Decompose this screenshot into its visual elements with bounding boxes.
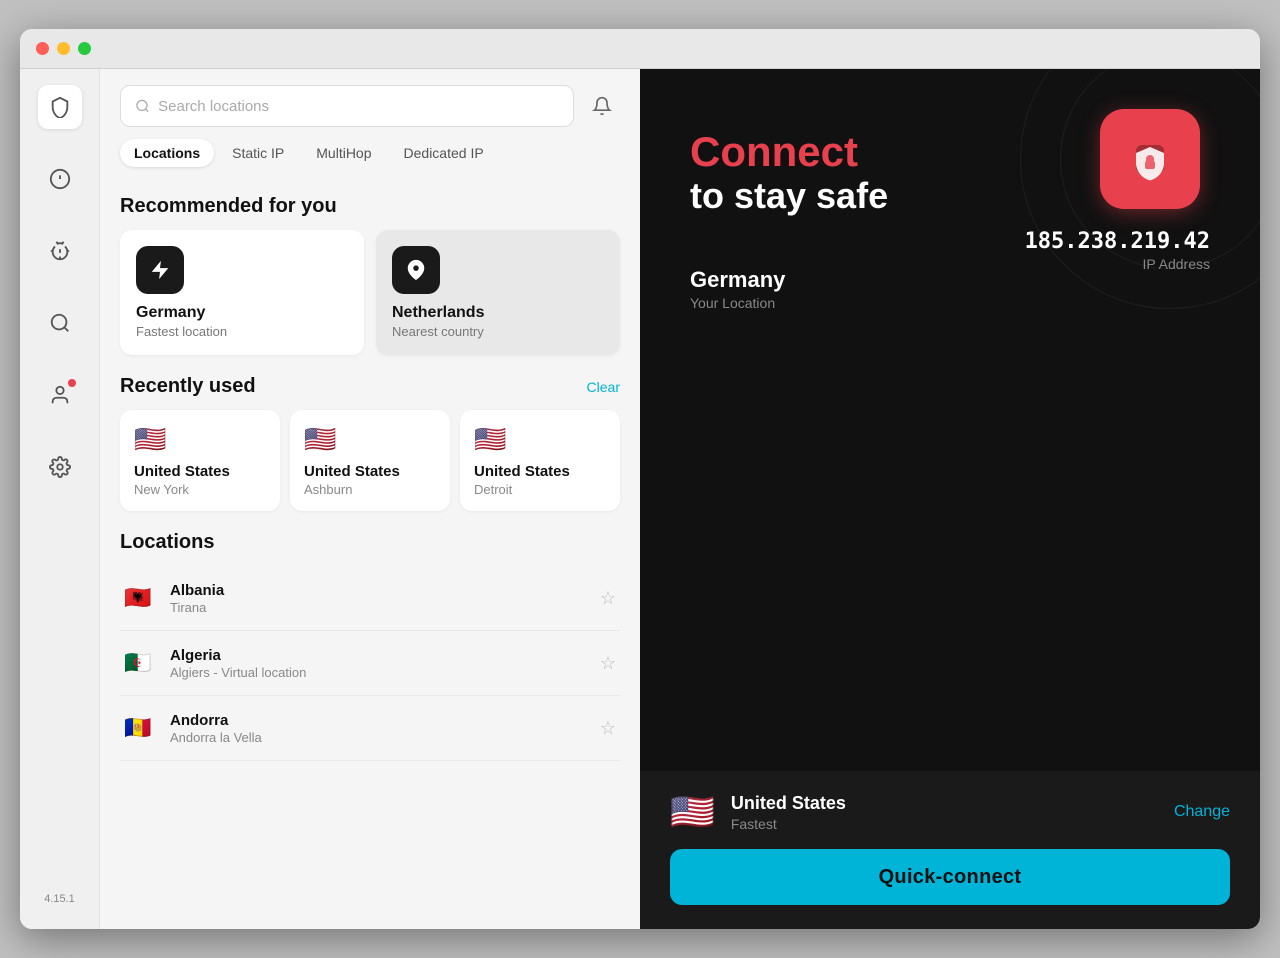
- recent-city-ny: New York: [134, 482, 266, 497]
- right-panel: Connect to stay safe Germany Your Locati…: [640, 69, 1260, 929]
- search-input[interactable]: [158, 98, 559, 115]
- sidebar-item-vpn[interactable]: [38, 85, 82, 129]
- connect-section: Connect to stay safe Germany Your Locati…: [640, 69, 1260, 771]
- current-flag: 🇺🇸: [670, 791, 715, 833]
- tab-dedicated-ip[interactable]: Dedicated IP: [390, 139, 498, 167]
- notification-bell-icon[interactable]: [584, 88, 620, 124]
- sidebar-item-alert[interactable]: [38, 157, 82, 201]
- lightning-icon: [136, 246, 184, 294]
- flag-albania: 🇦🇱: [120, 580, 156, 616]
- recent-card-detroit[interactable]: 🇺🇸 United States Detroit: [460, 410, 620, 511]
- rec-country-netherlands: Netherlands: [392, 304, 604, 322]
- location-name-albania: Albania: [170, 582, 582, 599]
- sidebar-item-settings[interactable]: [38, 445, 82, 489]
- sidebar-item-search[interactable]: [38, 301, 82, 345]
- tab-static-ip[interactable]: Static IP: [218, 139, 298, 167]
- version-label: 4.15.1: [44, 893, 75, 905]
- location-city-albania: Tirana: [170, 600, 582, 615]
- sidebar-item-identity[interactable]: [38, 373, 82, 417]
- recent-card-ashburn[interactable]: 🇺🇸 United States Ashburn: [290, 410, 450, 511]
- flag-us-detroit: 🇺🇸: [474, 424, 606, 455]
- sidebar: 4.15.1: [20, 69, 100, 929]
- current-location-row: 🇺🇸 United States Fastest Change: [670, 791, 1230, 833]
- bottom-bar: 🇺🇸 United States Fastest Change Quick-co…: [640, 771, 1260, 929]
- scroll-area: Recommended for you Germany Fastest loca…: [100, 179, 640, 929]
- recently-used-title: Recently used: [120, 375, 256, 398]
- flag-us-ashburn: 🇺🇸: [304, 424, 436, 455]
- list-item[interactable]: 🇩🇿 Algeria Algiers - Virtual location ☆: [120, 631, 620, 696]
- change-location-button[interactable]: Change: [1174, 803, 1230, 821]
- recent-country-ashburn: United States: [304, 463, 436, 480]
- your-location-info: Germany Your Location: [690, 267, 1210, 311]
- your-location-country: Germany: [690, 267, 1210, 293]
- recent-country-detroit: United States: [474, 463, 606, 480]
- search-area: [100, 69, 640, 139]
- location-name-andorra: Andorra: [170, 712, 582, 729]
- recommended-card-germany[interactable]: Germany Fastest location: [120, 230, 364, 355]
- sidebar-item-bug[interactable]: [38, 229, 82, 273]
- recent-country-ny: United States: [134, 463, 266, 480]
- rec-country-germany: Germany: [136, 304, 348, 322]
- your-location-label: Your Location: [690, 295, 1210, 311]
- connect-subtitle: to stay safe: [690, 175, 1210, 217]
- notification-badge: [68, 379, 76, 387]
- recent-cards: 🇺🇸 United States New York 🇺🇸 United Stat…: [120, 410, 620, 511]
- tab-locations[interactable]: Locations: [120, 139, 214, 167]
- location-city-andorra: Andorra la Vella: [170, 730, 582, 745]
- favorite-andorra-button[interactable]: ☆: [596, 714, 620, 743]
- rec-label-germany: Fastest location: [136, 324, 348, 339]
- recently-used-header: Recently used Clear: [120, 375, 620, 398]
- tab-multihop[interactable]: MultiHop: [302, 139, 385, 167]
- search-icon: [135, 98, 150, 114]
- minimize-button[interactable]: [57, 42, 70, 55]
- recommended-title: Recommended for you: [120, 195, 620, 218]
- locations-list-title: Locations: [120, 531, 620, 554]
- location-panel: Locations Static IP MultiHop Dedicated I…: [100, 69, 640, 929]
- favorite-algeria-button[interactable]: ☆: [596, 649, 620, 678]
- recent-card-new-york[interactable]: 🇺🇸 United States New York: [120, 410, 280, 511]
- location-city-algeria: Algiers - Virtual location: [170, 665, 582, 680]
- titlebar: [20, 29, 1260, 69]
- list-item[interactable]: 🇦🇩 Andorra Andorra la Vella ☆: [120, 696, 620, 761]
- favorite-albania-button[interactable]: ☆: [596, 584, 620, 613]
- connect-title: Connect: [690, 129, 1210, 175]
- recent-city-detroit: Detroit: [474, 482, 606, 497]
- current-country: United States: [731, 793, 1158, 814]
- tabs: Locations Static IP MultiHop Dedicated I…: [100, 139, 640, 179]
- current-city: Fastest: [731, 816, 1158, 832]
- flag-algeria: 🇩🇿: [120, 645, 156, 681]
- flag-us-ny: 🇺🇸: [134, 424, 266, 455]
- search-box[interactable]: [120, 85, 574, 127]
- clear-button[interactable]: Clear: [587, 379, 620, 395]
- flag-andorra: 🇦🇩: [120, 710, 156, 746]
- list-item[interactable]: 🇦🇱 Albania Tirana ☆: [120, 566, 620, 631]
- pin-icon: [392, 246, 440, 294]
- recent-city-ashburn: Ashburn: [304, 482, 436, 497]
- quick-connect-button[interactable]: Quick-connect: [670, 849, 1230, 905]
- maximize-button[interactable]: [78, 42, 91, 55]
- recommended-cards: Germany Fastest location Netherlands Nea…: [120, 230, 620, 355]
- close-button[interactable]: [36, 42, 49, 55]
- window-controls[interactable]: [36, 42, 91, 55]
- recommended-card-netherlands[interactable]: Netherlands Nearest country: [376, 230, 620, 355]
- location-name-algeria: Algeria: [170, 647, 582, 664]
- rec-label-netherlands: Nearest country: [392, 324, 604, 339]
